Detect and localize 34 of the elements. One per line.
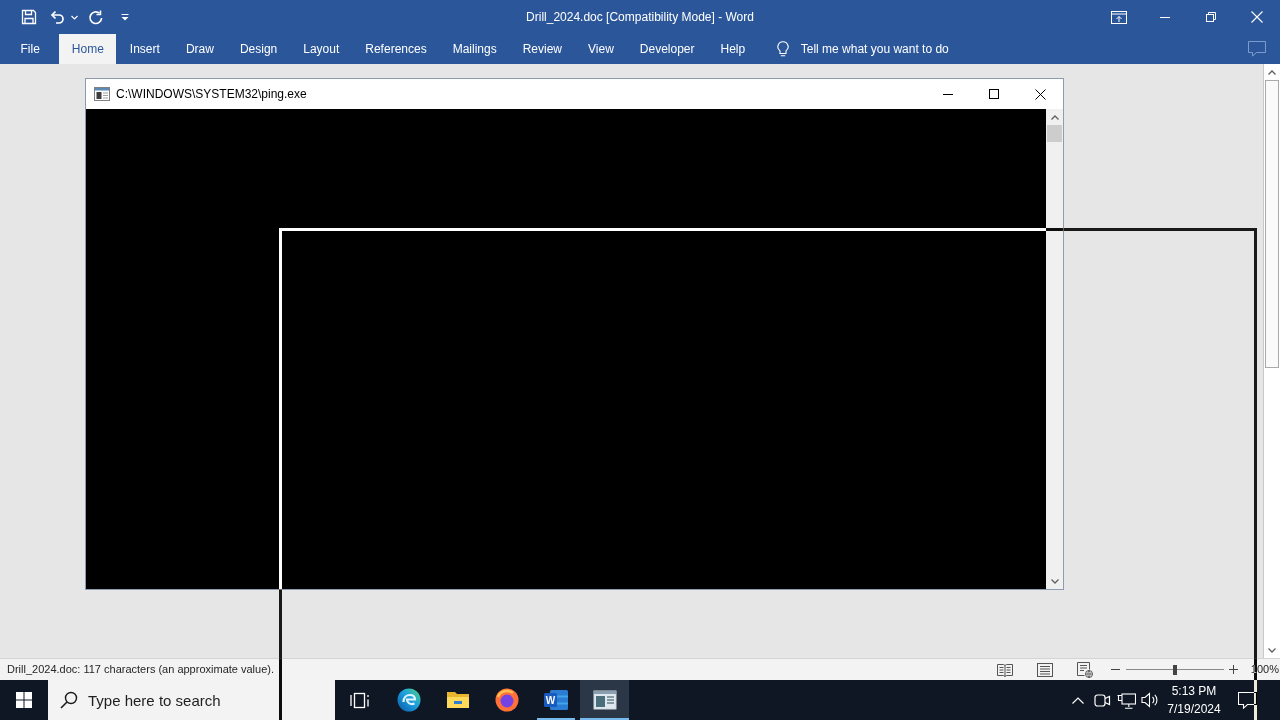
swirl-circle-icon	[396, 688, 421, 712]
window-title: Drill_2024.doc [Compatibility Mode] - Word	[526, 9, 754, 26]
console-title: C:\WINDOWS\SYSTEM32\ping.exe	[116, 86, 307, 103]
ribbon-tab[interactable]: Mailings	[440, 34, 510, 64]
ribbon-tab[interactable]: View	[575, 34, 627, 64]
zoom-slider-thumb[interactable]	[1172, 664, 1177, 675]
scrollbar[interactable]	[1263, 64, 1280, 658]
console-window-icon	[592, 690, 617, 710]
console-window-icon	[94, 87, 110, 101]
ribbon-tab[interactable]: Draw	[173, 34, 227, 64]
ribbon-tab[interactable]: Layout	[290, 34, 352, 64]
ribbon-tab[interactable]: File	[8, 34, 53, 64]
scrollbar-thumb[interactable]	[1047, 125, 1062, 142]
task-view-icon	[349, 691, 370, 709]
lightbulb-icon	[776, 41, 789, 57]
search-icon	[60, 691, 78, 709]
ribbon-tab[interactable]: References	[352, 34, 440, 64]
ribbon-tab[interactable]: Help	[708, 34, 758, 64]
status-message: Drill_2024.doc: 117 characters (an approximate value).	[7, 662, 274, 678]
comment-icon[interactable]	[1248, 41, 1266, 57]
tell-me-field[interactable]: Tell me what you want to do	[800, 39, 991, 59]
folder-icon	[445, 690, 470, 710]
flame-globe-icon	[494, 688, 519, 712]
ribbon-tab[interactable]: Review	[510, 34, 575, 64]
scrollbar-thumb[interactable]	[1265, 80, 1279, 368]
clock-time[interactable]: 5:13 PM	[1171, 682, 1217, 700]
search-field[interactable]: Type here to search	[48, 680, 335, 720]
ribbon-tab[interactable]: Developer	[627, 34, 708, 64]
ribbon-tab[interactable]: Insert	[117, 34, 173, 64]
ribbon-tab[interactable]: Design	[227, 34, 290, 64]
scrollbar[interactable]	[1046, 109, 1063, 589]
clock-date[interactable]: 7/19/2024	[1167, 700, 1221, 718]
taskbar-app-button[interactable]	[580, 680, 629, 720]
ribbon-tab[interactable]: Home	[59, 34, 117, 64]
